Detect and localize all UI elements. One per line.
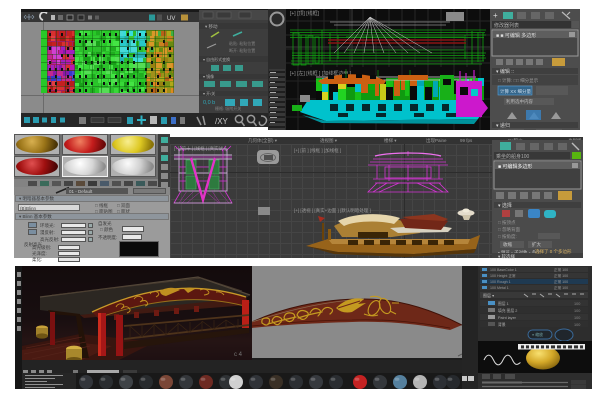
svg-text:▾ 递归: ▾ 递归 xyxy=(496,122,510,129)
svg-text:填充 图层 2: 填充 图层 2 xyxy=(498,308,517,313)
svg-text:+: + xyxy=(493,11,498,20)
svg-text:粘贴: 粘贴位置: 粘贴: 粘贴位置 xyxy=(229,40,255,46)
svg-text:收缩: 收缩 xyxy=(503,241,512,248)
svg-text:[+] [顶] [线框]: [+] [顶] [线框] xyxy=(290,10,320,17)
svg-text:修改器列表: 修改器列表 xyxy=(494,22,519,29)
svg-text:▾ 移动: ▾ 移动 xyxy=(205,23,218,30)
svg-text:100: 100 xyxy=(574,323,580,327)
svg-text:▾ 镜像: ▾ 镜像 xyxy=(203,73,214,79)
svg-text:图层 ▾: 图层 ▾ xyxy=(483,292,494,298)
svg-text:c 4: c 4 xyxy=(234,352,243,358)
svg-text:0,0 b: 0,0 b xyxy=(203,100,215,106)
svg-text:□ 计算: □□ 细分显示: □ 计算: □□ 细分显示 xyxy=(498,77,539,84)
svg-text:扩大: 扩大 xyxy=(532,241,541,248)
svg-text:▾ 开/关: ▾ 开/关 xyxy=(203,90,215,96)
svg-text:图层 1: 图层 1 xyxy=(498,301,509,306)
svg-text:□ 按顶点: □ 按顶点 xyxy=(498,219,516,226)
svg-text:□ 忽略背面: □ 忽略背面 xyxy=(498,226,520,233)
svg-text:100: 100 xyxy=(574,309,580,313)
svg-text:正常 100: 正常 100 xyxy=(554,285,568,290)
svg-text:▾ 编辑 ::: ▾ 编辑 :: xyxy=(496,68,514,75)
svg-text:正常 100: 正常 100 xyxy=(554,273,568,278)
svg-text:100 Rough 1: 100 Rough 1 xyxy=(490,280,511,284)
svg-text:正常 100: 正常 100 xyxy=(554,267,568,272)
svg-text:▾ 选择: ▾ 选择 xyxy=(498,202,512,209)
svg-text:■ ■ 可编辑 多边形: ■ ■ 可编辑 多边形 xyxy=(496,32,536,39)
svg-text:/XY: /XY xyxy=(215,117,229,126)
svg-text:栅格: 吸附开关: 栅格: 吸附开关 xyxy=(215,105,241,111)
svg-text:▾ 自由形式变换: ▾ 自由形式变换 xyxy=(203,56,230,62)
svg-text:计算 XX 细分量: 计算 XX 细分量 xyxy=(500,88,532,95)
svg-text:利用选中内容: 利用选中内容 xyxy=(506,98,533,105)
svg-text:100 Height 正常: 100 Height 正常 xyxy=(490,273,516,278)
svg-text:Paint layer: Paint layer xyxy=(498,316,517,320)
svg-text:正常 100: 正常 100 xyxy=(554,279,568,284)
svg-text:断开: 粘贴位置: 断开: 粘贴位置 xyxy=(229,47,255,53)
svg-text:乘坐的船身100: 乘坐的船身100 xyxy=(496,153,530,160)
svg-text:100: 100 xyxy=(574,316,580,320)
svg-text:■ 可编辑多边形: ■ 可编辑多边形 xyxy=(498,163,532,170)
svg-text:100: 100 xyxy=(574,302,580,306)
svg-text:背景: 背景 xyxy=(498,322,506,327)
svg-text:□ 按角度:: □ 按角度: xyxy=(498,233,517,240)
svg-text:100 Metal 1: 100 Metal 1 xyxy=(490,286,509,290)
svg-text:100 BaseColor 1: 100 BaseColor 1 xyxy=(490,268,517,272)
svg-text:≡ 缩放: ≡ 缩放 xyxy=(532,332,543,337)
